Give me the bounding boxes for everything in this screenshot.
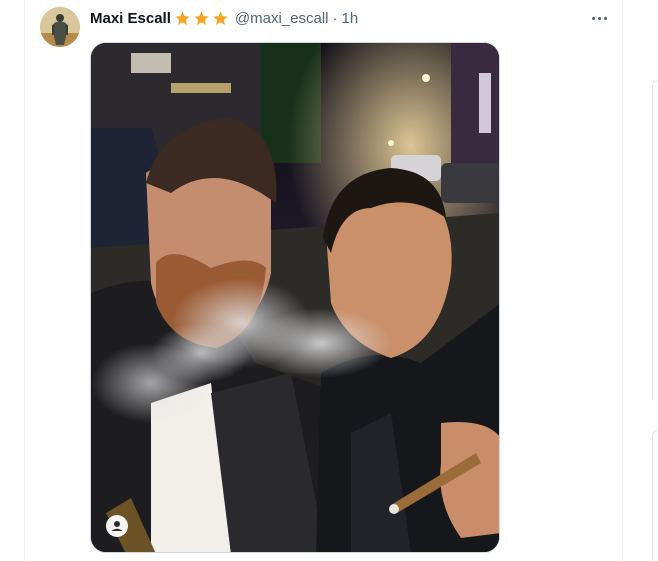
star-icon bbox=[213, 10, 228, 25]
tweet-header: Maxi Escall @maxi_escall · 1h bbox=[90, 8, 358, 28]
timeline-right-border bbox=[622, 0, 623, 561]
sidebar-card-edge bbox=[652, 430, 658, 561]
user-icon bbox=[106, 515, 128, 537]
separator-dot: · bbox=[332, 9, 338, 27]
sidebar-card-edge bbox=[652, 80, 658, 400]
star-icon bbox=[175, 10, 190, 25]
photo-image bbox=[91, 43, 499, 552]
user-handle[interactable]: @maxi_escall bbox=[235, 10, 329, 27]
tweet-photo[interactable] bbox=[90, 42, 500, 553]
name-badges bbox=[174, 10, 231, 27]
avatar[interactable] bbox=[40, 7, 80, 47]
more-options-icon[interactable] bbox=[586, 8, 612, 28]
display-name[interactable]: Maxi Escall bbox=[90, 10, 171, 27]
timestamp[interactable]: 1h bbox=[341, 10, 358, 27]
tweet[interactable]: Maxi Escall @maxi_escall · 1h bbox=[24, 0, 622, 561]
star-icon bbox=[194, 10, 209, 25]
